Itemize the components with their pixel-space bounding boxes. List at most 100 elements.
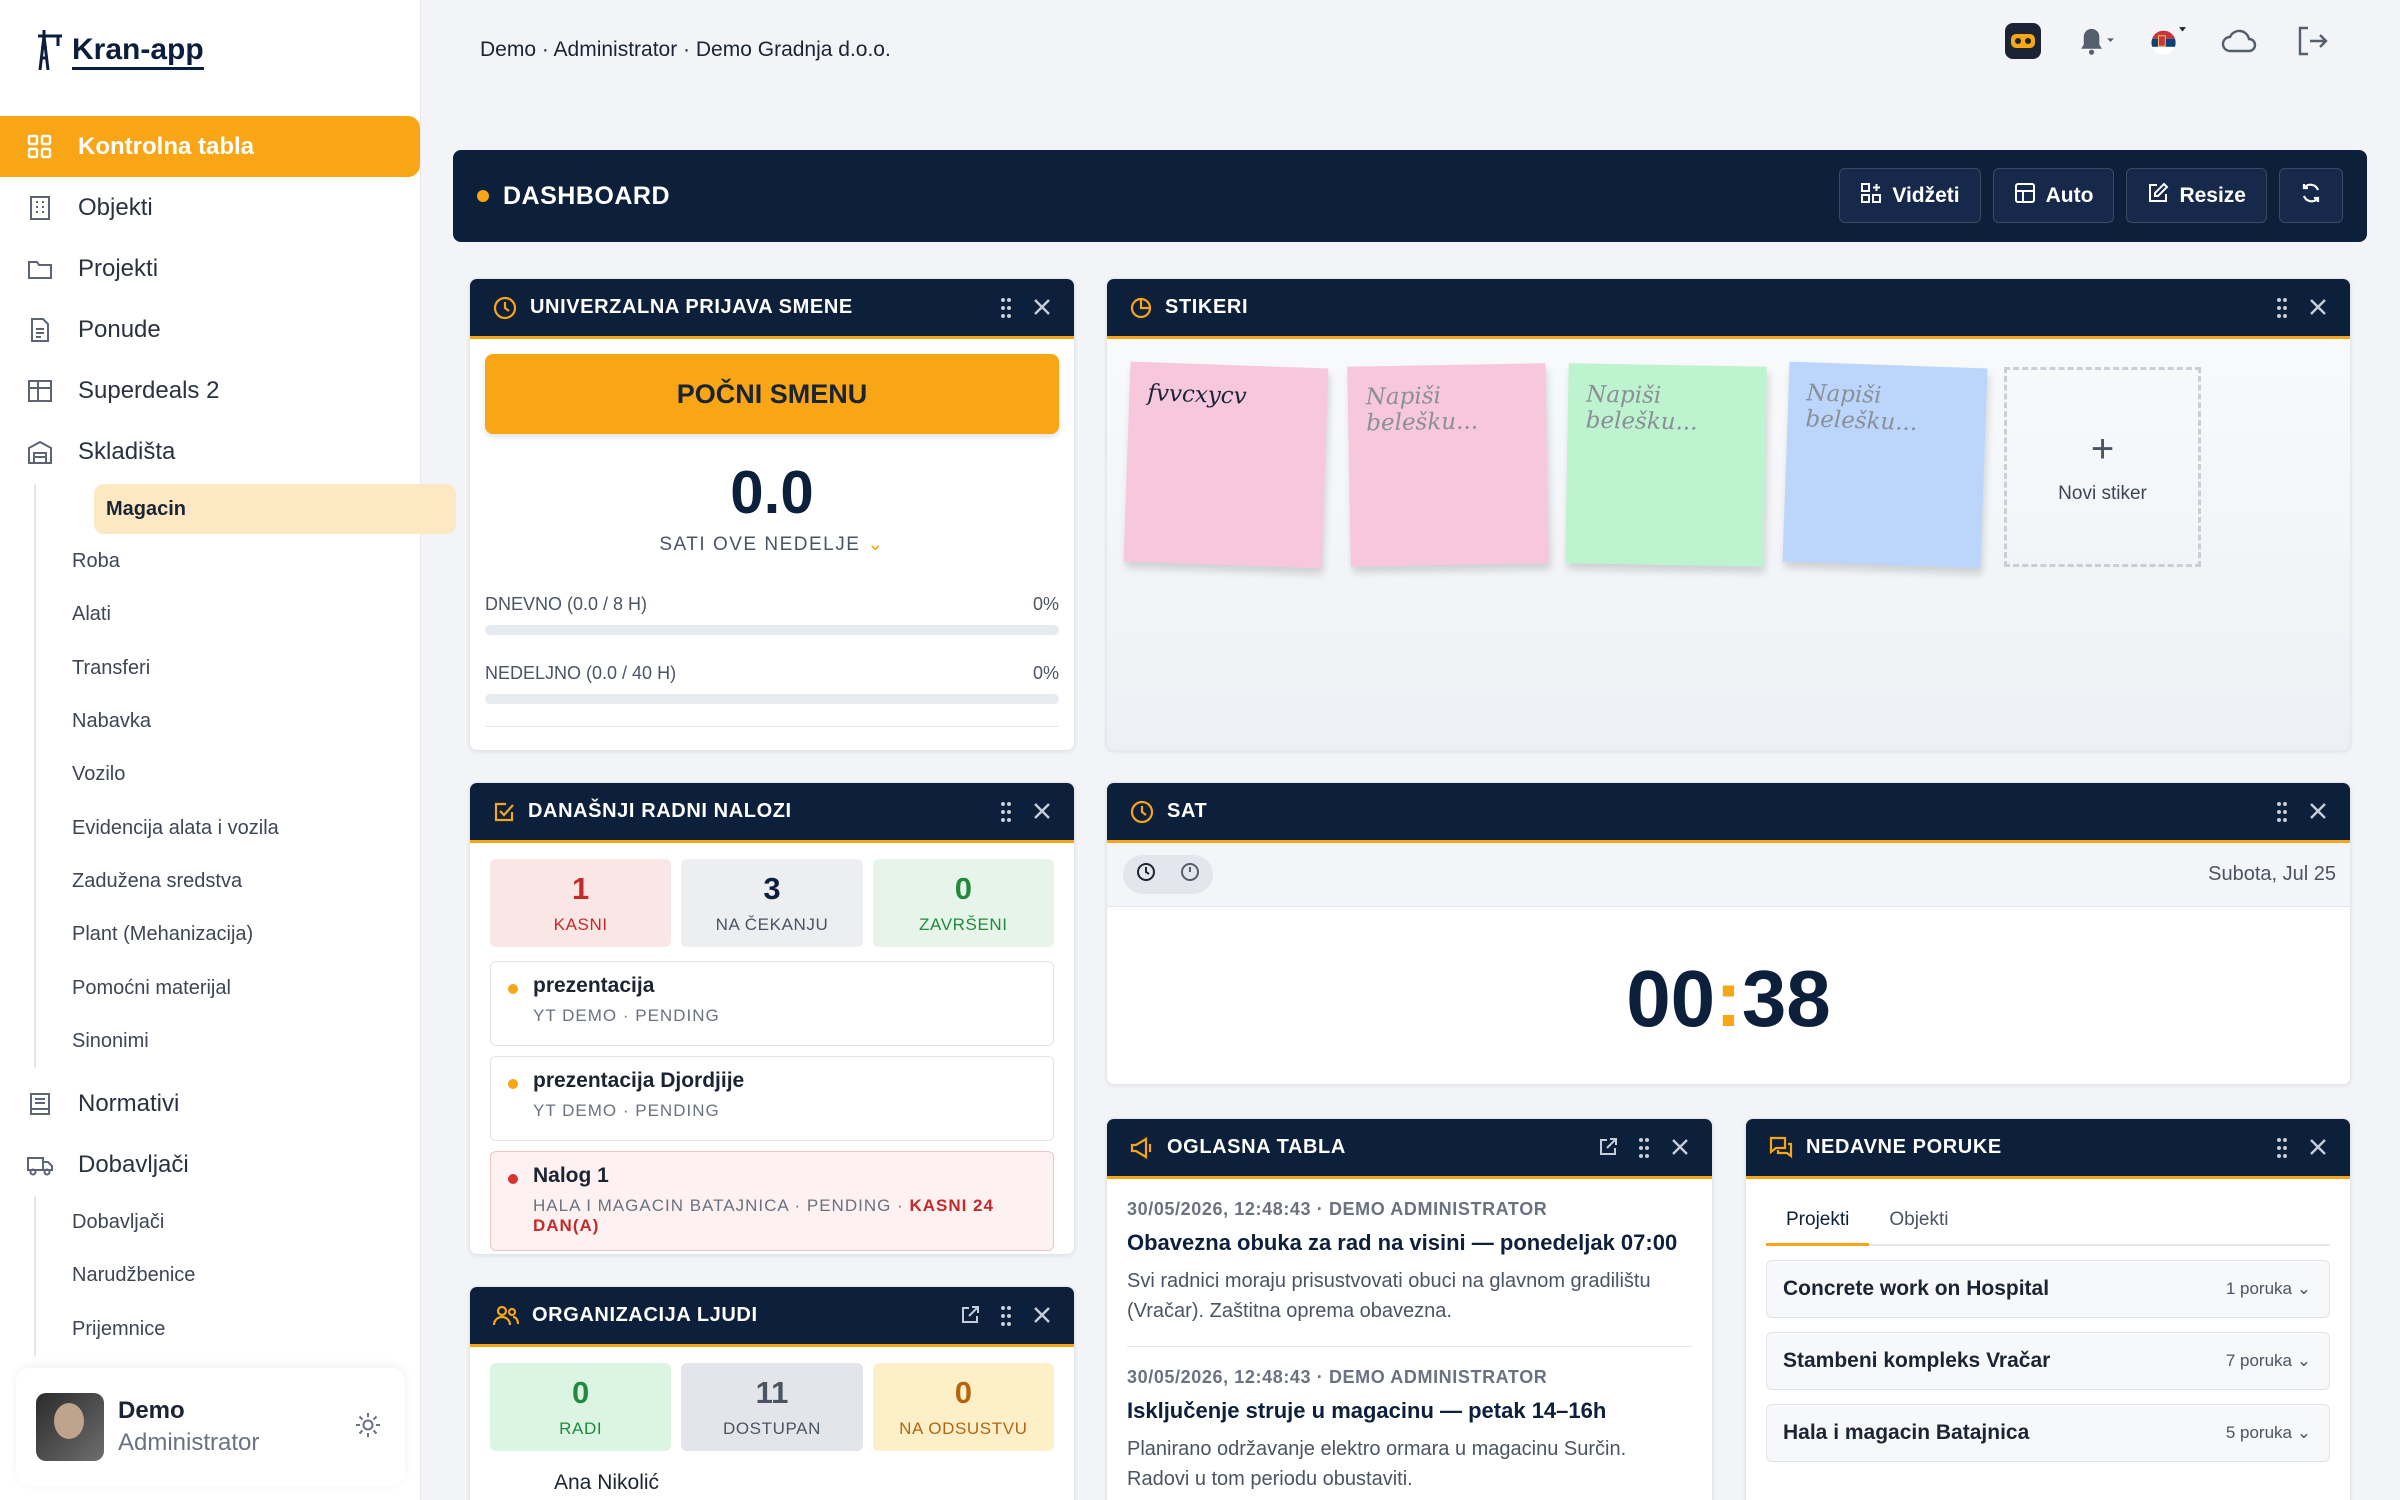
nav-label: Superdeals 2 bbox=[78, 376, 220, 404]
message-thread[interactable]: Concrete work on Hospital 1 poruka ⌄ bbox=[1766, 1260, 2330, 1318]
sidebar: Kran-app Kontrolna tabla Objekti Projekt… bbox=[0, 0, 456, 1500]
stat-working[interactable]: 0 RADI bbox=[490, 1363, 672, 1451]
logout-icon[interactable] bbox=[2292, 22, 2330, 60]
refresh-button[interactable] bbox=[2279, 168, 2343, 223]
warehouse-submenu: Magacin Roba Alati Transferi Nabavka Voz… bbox=[34, 484, 456, 1068]
sub-item-vozilo[interactable]: Vozilo bbox=[2, 748, 421, 801]
widgets-button[interactable]: Vidžeti bbox=[1839, 168, 1981, 223]
nav-item-objects[interactable]: Objekti bbox=[0, 177, 421, 238]
analog-clock-icon[interactable] bbox=[1179, 861, 1201, 888]
vr-headset-icon[interactable] bbox=[2004, 22, 2042, 60]
sub-item-zaduzena[interactable]: Zadužena sredstva bbox=[2, 855, 421, 908]
order-item[interactable]: prezentacija YT DEMO · PENDING bbox=[490, 961, 1054, 1046]
avatar[interactable] bbox=[36, 1393, 104, 1461]
thread-count: 1 poruka bbox=[2225, 1279, 2293, 1298]
drag-handle-icon[interactable] bbox=[2276, 801, 2288, 823]
stat-late[interactable]: 1 KASNI bbox=[490, 859, 672, 947]
sticker-note[interactable]: Napiši belešku... bbox=[1782, 361, 1988, 569]
nav-item-normativi[interactable]: Normativi bbox=[0, 1074, 421, 1135]
nav-label: Skladišta bbox=[78, 437, 176, 465]
sub-item-magacin[interactable]: Magacin bbox=[94, 484, 456, 534]
order-item[interactable]: Nalog 1 HALA I MAGACIN BATAJNICA · PENDI… bbox=[490, 1151, 1054, 1251]
status-dot bbox=[508, 984, 518, 994]
nav-item-superdeals[interactable]: Superdeals 2 bbox=[0, 360, 421, 421]
close-icon[interactable] bbox=[2308, 297, 2328, 319]
close-icon[interactable] bbox=[1670, 1137, 1690, 1159]
new-sticker-label: Novi stiker bbox=[2058, 483, 2147, 504]
dashboard-toolbar: Vidžeti Auto Resize bbox=[1839, 168, 2343, 223]
external-link-icon[interactable] bbox=[960, 1305, 980, 1327]
chevron-down-icon: ⌄ bbox=[2296, 1279, 2311, 1298]
drag-handle-icon[interactable] bbox=[2276, 1137, 2288, 1159]
auto-layout-button[interactable]: Auto bbox=[1992, 168, 2115, 223]
gear-icon[interactable] bbox=[353, 1410, 383, 1445]
drag-handle-icon[interactable] bbox=[1000, 297, 1012, 319]
widgets-button-label: Vidžeti bbox=[1892, 183, 1960, 207]
sub-item-narudzbenice[interactable]: Narudžbenice bbox=[2, 1249, 421, 1302]
weekly-hours-label[interactable]: SATI OVE NEDELJE ⌄ bbox=[470, 533, 1074, 556]
close-icon[interactable] bbox=[1032, 297, 1052, 319]
drag-handle-icon[interactable] bbox=[2276, 297, 2288, 319]
sub-item-dobavljaci[interactable]: Dobavljači bbox=[2, 1196, 421, 1249]
stat-label: ZAVRŠENI bbox=[919, 915, 1008, 934]
tab-projects[interactable]: Projekti bbox=[1766, 1199, 1870, 1246]
sub-item-plant[interactable]: Plant (Mehanizacija) bbox=[2, 908, 421, 961]
document-icon bbox=[26, 316, 54, 344]
nav-item-warehouses[interactable]: Skladišta bbox=[0, 421, 421, 482]
stat-done[interactable]: 0 ZAVRŠENI bbox=[872, 859, 1054, 947]
drag-handle-icon[interactable] bbox=[1000, 801, 1012, 823]
sticker-note[interactable]: Napiši belešku... bbox=[1347, 363, 1549, 567]
language-flag-icon[interactable] bbox=[2148, 22, 2186, 60]
sub-item-alati[interactable]: Alati bbox=[2, 588, 421, 641]
app-logo[interactable]: Kran-app bbox=[28, 28, 204, 77]
sub-item-transferi[interactable]: Transferi bbox=[2, 642, 421, 695]
sub-item-evidencija[interactable]: Evidencija alata i vozila bbox=[2, 801, 421, 854]
sticker-note[interactable]: fvvcxycv bbox=[1123, 361, 1329, 569]
nav-item-projects[interactable]: Projekti bbox=[0, 238, 421, 299]
message-thread[interactable]: Hala i magacin Batajnica 5 poruka ⌄ bbox=[1766, 1404, 2330, 1462]
close-icon[interactable] bbox=[2308, 1137, 2328, 1159]
clock-mode-toggle bbox=[1123, 855, 1213, 894]
bell-icon[interactable] bbox=[2076, 22, 2114, 60]
order-item[interactable]: prezentacija Djordjije YT DEMO · PENDING bbox=[490, 1056, 1054, 1141]
close-icon[interactable] bbox=[1032, 801, 1052, 823]
users-icon bbox=[492, 1303, 520, 1329]
stat-value: 1 bbox=[572, 871, 590, 906]
sub-item-prijemnice[interactable]: Prijemnice bbox=[2, 1303, 421, 1356]
close-icon[interactable] bbox=[1032, 1305, 1052, 1327]
sub-item-nabavka[interactable]: Nabavka bbox=[2, 695, 421, 748]
cloud-sync-icon[interactable] bbox=[2220, 22, 2258, 60]
drag-handle-icon[interactable] bbox=[1000, 1305, 1012, 1327]
layout-icon bbox=[2014, 182, 2036, 210]
nav-label: Dobavljači bbox=[78, 1151, 189, 1179]
sub-item-sinonimi[interactable]: Sinonimi bbox=[2, 1015, 421, 1068]
close-icon[interactable] bbox=[2308, 801, 2328, 823]
weekly-percent: 0% bbox=[1032, 663, 1059, 683]
start-shift-button[interactable]: POČNI SMENU bbox=[485, 354, 1059, 434]
sub-item-roba[interactable]: Roba bbox=[2, 535, 421, 588]
resize-button[interactable]: Resize bbox=[2126, 168, 2267, 223]
sub-item-pomocni[interactable]: Pomoćni materijal bbox=[2, 961, 421, 1014]
nav-item-suppliers[interactable]: Dobavljači bbox=[0, 1135, 421, 1196]
stat-label: NA ČEKANJU bbox=[715, 915, 829, 934]
post-meta: 30/05/2026, 12:48:43 · DEMO ADMINISTRATO… bbox=[1127, 1367, 1548, 1387]
sticker-note[interactable]: Napiši belešku... bbox=[1565, 363, 1767, 567]
stat-absent[interactable]: 0 NA ODSUSTVU bbox=[872, 1363, 1054, 1451]
notice-post[interactable]: 30/05/2026, 12:48:43 · DEMO ADMINISTRATO… bbox=[1127, 1179, 1692, 1347]
notice-post[interactable]: 30/05/2026, 12:48:43 · DEMO ADMINISTRATO… bbox=[1127, 1347, 1692, 1500]
person-name[interactable]: Ana Nikolić bbox=[554, 1471, 1074, 1495]
daily-progress-row: DNEVNO (0.0 / 8 H) 0% bbox=[485, 594, 1059, 615]
drag-handle-icon[interactable] bbox=[1638, 1137, 1650, 1159]
stat-pending[interactable]: 3 NA ČEKANJU bbox=[681, 859, 863, 947]
message-thread[interactable]: Stambeni kompleks Vračar 7 poruka ⌄ bbox=[1766, 1332, 2330, 1390]
stat-available[interactable]: 11 DOSTUPAN bbox=[681, 1363, 863, 1451]
order-title: Nalog 1 bbox=[533, 1164, 609, 1187]
new-sticker-button[interactable]: + Novi stiker bbox=[2004, 367, 2201, 567]
external-link-icon[interactable] bbox=[1598, 1137, 1618, 1159]
chat-icon bbox=[1768, 1135, 1794, 1161]
nav-item-dashboard[interactable]: Kontrolna tabla bbox=[0, 116, 420, 177]
nav-item-offers[interactable]: Ponude bbox=[0, 299, 421, 360]
tab-objects[interactable]: Objekti bbox=[1869, 1199, 1968, 1244]
top-icons bbox=[2004, 22, 2330, 60]
digital-clock-icon[interactable] bbox=[1135, 861, 1157, 888]
